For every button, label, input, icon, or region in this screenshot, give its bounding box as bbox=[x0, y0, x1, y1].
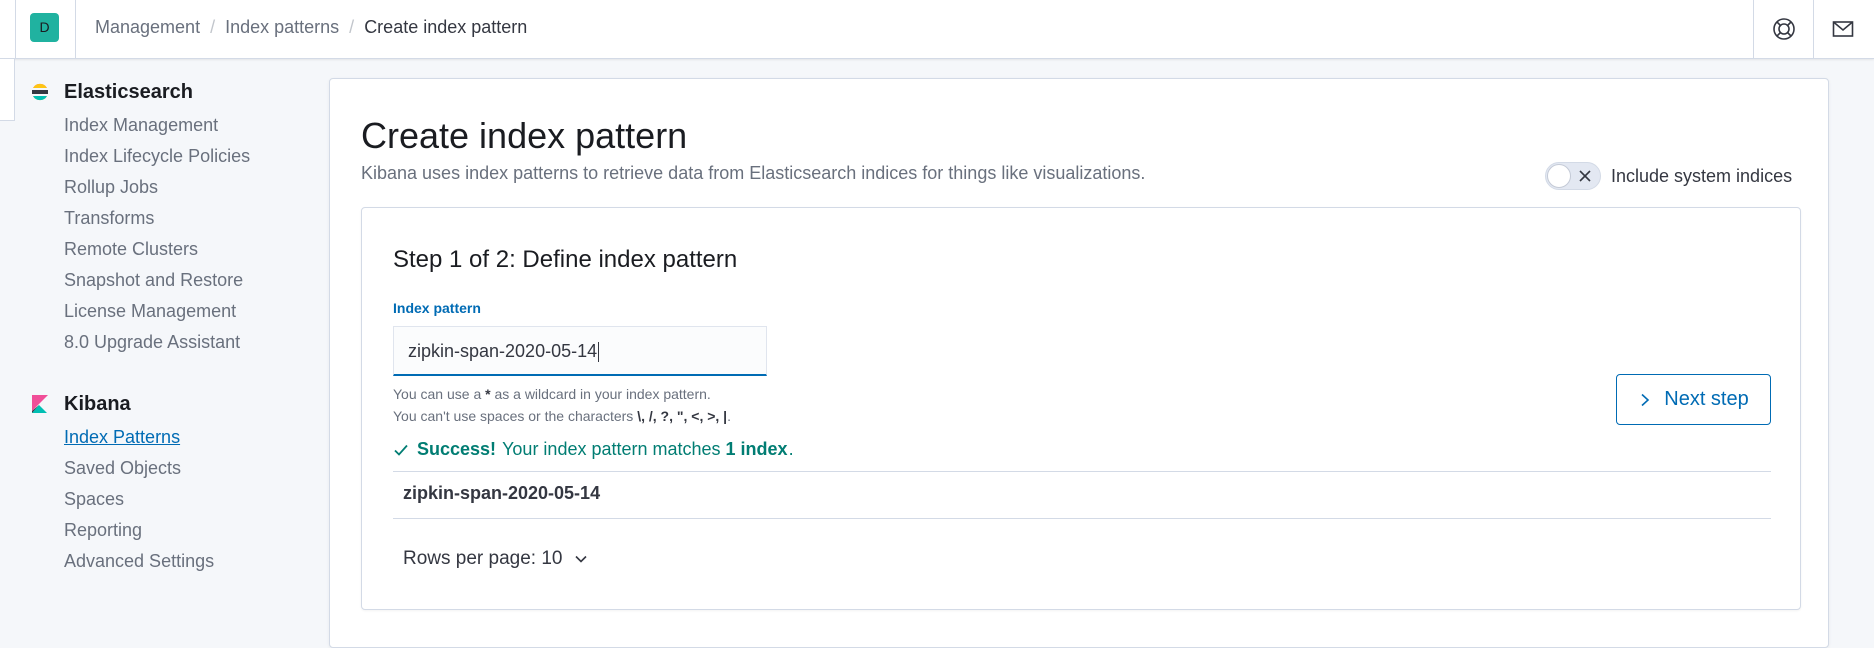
space-avatar[interactable]: D bbox=[30, 13, 59, 42]
sidebar-item-index-lifecycle-policies[interactable]: Index Lifecycle Policies bbox=[30, 141, 320, 172]
rows-per-page-label: Rows per page: 10 bbox=[403, 548, 563, 569]
table-divider bbox=[393, 518, 1771, 519]
breadcrumb-separator: / bbox=[210, 17, 216, 37]
kibana-logo-icon bbox=[32, 395, 48, 413]
matched-index-row: zipkin-span-2020-05-14 bbox=[403, 483, 601, 503]
sidebar-group-elasticsearch: Elasticsearch Index Management Index Lif… bbox=[30, 78, 320, 358]
breadcrumb-management[interactable]: Management bbox=[95, 17, 200, 38]
top-header: D Management / Index patterns / Create i… bbox=[0, 0, 1874, 59]
sidebar-item-rollup-jobs[interactable]: Rollup Jobs bbox=[30, 172, 320, 203]
help-icon[interactable] bbox=[1772, 17, 1796, 41]
help-line-characters: You can't use spaces or the characters \… bbox=[393, 405, 731, 427]
include-system-indices-toggle[interactable]: Include system indices bbox=[1545, 162, 1792, 190]
next-step-label: Next step bbox=[1664, 388, 1749, 410]
sidebar-group-kibana: Kibana Index Patterns Saved Objects Spac… bbox=[30, 390, 320, 577]
breadcrumb: Management / Index patterns / Create ind… bbox=[95, 17, 527, 38]
step-title: Step 1 of 2: Define index pattern bbox=[393, 246, 738, 273]
elasticsearch-logo-icon bbox=[32, 83, 48, 101]
header-divider bbox=[75, 0, 76, 59]
check-icon bbox=[394, 444, 408, 456]
index-pattern-label: Index pattern bbox=[393, 300, 481, 316]
index-pattern-input[interactable]: zipkin-span-2020-05-14 bbox=[393, 326, 767, 376]
text-caret bbox=[598, 342, 600, 363]
success-strong: Success! bbox=[417, 439, 497, 459]
help-text-chars: \, /, ?, ", <, >, | bbox=[637, 408, 728, 424]
table-divider bbox=[393, 471, 1771, 472]
header-divider bbox=[1753, 0, 1754, 59]
management-sidebar: Elasticsearch Index Management Index Lif… bbox=[30, 78, 320, 601]
page-description: Kibana uses index patterns to retrieve d… bbox=[361, 163, 1146, 183]
page-title: Create index pattern bbox=[361, 115, 688, 156]
sidebar-item-index-management[interactable]: Index Management bbox=[30, 110, 320, 141]
success-text: Your index pattern matches bbox=[502, 439, 721, 459]
rows-per-page-button[interactable]: Rows per page: 10 bbox=[403, 548, 589, 570]
help-text-part: You can use a bbox=[393, 386, 486, 402]
sidebar-item-reporting[interactable]: Reporting bbox=[30, 515, 320, 546]
chevron-right-icon bbox=[1641, 393, 1650, 406]
header-divider bbox=[1813, 0, 1814, 59]
sidebar-item-snapshot-and-restore[interactable]: Snapshot and Restore bbox=[30, 265, 320, 296]
collapsed-nav-stub bbox=[0, 59, 15, 121]
help-text-part: as a wildcard in your index pattern. bbox=[490, 386, 711, 402]
sidebar-group-label: Elasticsearch bbox=[64, 80, 193, 103]
sidebar-item-license-management[interactable]: License Management bbox=[30, 296, 320, 327]
toggle-knob bbox=[1547, 164, 1571, 188]
sidebar-item-remote-clusters[interactable]: Remote Clusters bbox=[30, 234, 320, 265]
main-panel: Create index pattern Kibana uses index p… bbox=[329, 78, 1829, 648]
sidebar-item-upgrade-assistant[interactable]: 8.0 Upgrade Assistant bbox=[30, 327, 320, 358]
cross-icon bbox=[1579, 170, 1591, 182]
sidebar-item-spaces[interactable]: Spaces bbox=[30, 484, 320, 515]
success-count: 1 index bbox=[725, 439, 788, 459]
step-card: Step 1 of 2: Define index pattern Index … bbox=[361, 207, 1801, 610]
rail-divider bbox=[15, 0, 16, 59]
breadcrumb-current: Create index pattern bbox=[364, 17, 528, 37]
toggle-label: Include system indices bbox=[1611, 165, 1793, 186]
breadcrumb-index-patterns[interactable]: Index patterns bbox=[225, 17, 339, 38]
breadcrumb-separator: / bbox=[349, 17, 355, 37]
sidebar-item-saved-objects[interactable]: Saved Objects bbox=[30, 453, 320, 484]
sidebar-item-transforms[interactable]: Transforms bbox=[30, 203, 320, 234]
success-end: . bbox=[788, 439, 794, 459]
sidebar-group-title: Kibana bbox=[30, 390, 320, 418]
help-text-part: You can't use spaces or the characters bbox=[393, 408, 638, 424]
field-help-text: You can use a * as a wildcard in your in… bbox=[393, 383, 731, 427]
input-value: zipkin-span-2020-05-14 bbox=[408, 341, 598, 361]
sidebar-item-index-patterns[interactable]: Index Patterns bbox=[30, 422, 320, 453]
sidebar-group-label: Kibana bbox=[64, 392, 131, 415]
next-step-button[interactable]: Next step bbox=[1616, 374, 1771, 425]
success-message: Success! Your index pattern matches 1 in… bbox=[393, 439, 794, 460]
help-text-part: . bbox=[727, 408, 731, 424]
chevron-down-icon bbox=[574, 555, 587, 563]
toggle-switch[interactable] bbox=[1545, 162, 1601, 190]
help-line-wildcard: You can use a * as a wildcard in your in… bbox=[393, 383, 731, 405]
sidebar-group-title: Elasticsearch bbox=[30, 78, 320, 106]
sidebar-item-advanced-settings[interactable]: Advanced Settings bbox=[30, 546, 320, 577]
newsfeed-icon[interactable] bbox=[1832, 19, 1854, 39]
